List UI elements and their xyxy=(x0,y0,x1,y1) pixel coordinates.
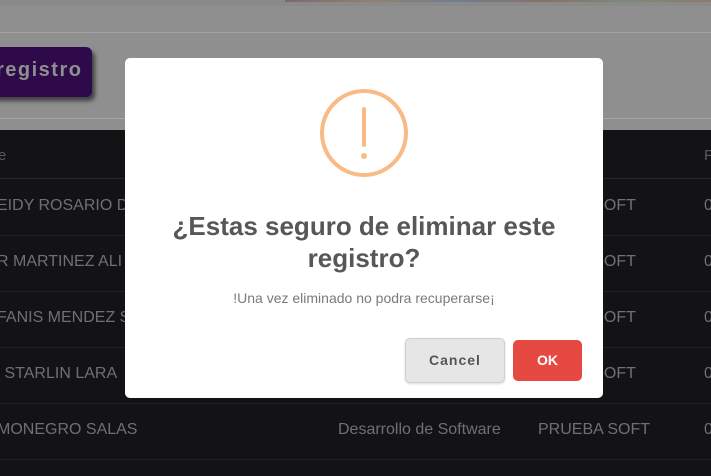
exclamation-bar xyxy=(362,107,366,147)
modal-overlay: ¿Estas seguro de eliminar este registro?… xyxy=(0,0,711,476)
dialog-title: ¿Estas seguro de eliminar este registro? xyxy=(172,211,556,273)
confirm-delete-dialog: ¿Estas seguro de eliminar este registro?… xyxy=(125,58,603,398)
dialog-message: !Una vez eliminado no podra recuperarse¡ xyxy=(233,290,495,306)
exclamation-dot xyxy=(361,153,367,159)
ok-button[interactable]: OK xyxy=(513,340,582,381)
warning-exclamation-icon xyxy=(320,89,408,177)
cancel-button[interactable]: Cancel xyxy=(405,338,505,383)
